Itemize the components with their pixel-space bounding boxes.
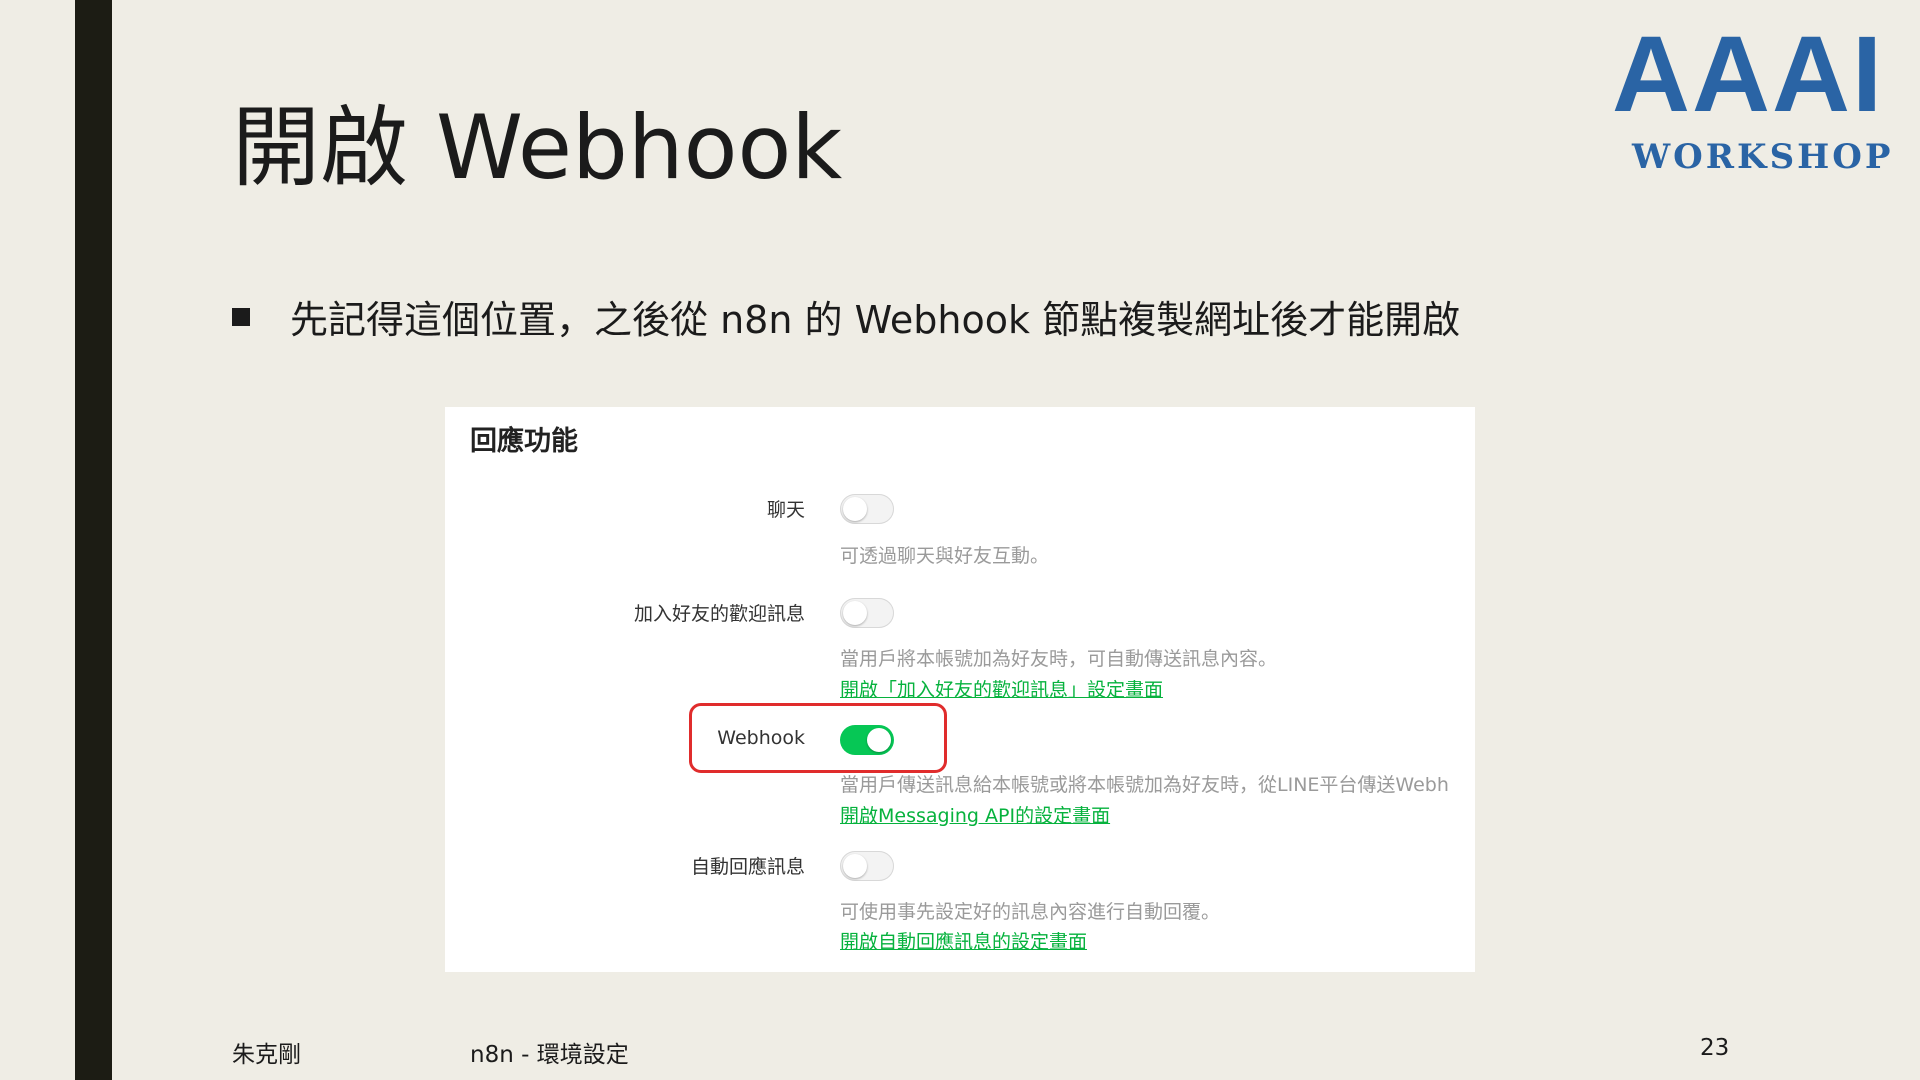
bullet-point: 先記得這個位置，之後從 n8n 的 Webhook 節點複製網址後才能開啟: [232, 298, 1460, 344]
logo-sub-text: WORKSHOP: [1632, 137, 1894, 177]
toggle-knob: [843, 497, 867, 521]
panel-title: 回應功能: [470, 426, 578, 457]
footer-page-number: 23: [1700, 1035, 1730, 1061]
auto-reply-toggle[interactable]: [840, 851, 894, 881]
welcome-message-label: 加入好友的歡迎訊息: [633, 603, 805, 625]
slide-title: 開啟 Webhook: [232, 96, 843, 199]
footer-author: 朱克剛: [232, 1042, 301, 1068]
footer-topic: n8n - 環境設定: [470, 1042, 629, 1068]
chat-description: 可透過聊天與好友互動。: [840, 545, 1050, 567]
auto-reply-label: 自動回應訊息: [690, 856, 805, 878]
toggle-knob: [843, 601, 867, 625]
webhook-description: 當用戶傳送訊息給本帳號或將本帳號加為好友時，從LINE平台傳送Webh: [840, 774, 1449, 796]
square-bullet-icon: [232, 308, 250, 326]
welcome-message-settings-link[interactable]: 開啟「加入好友的歡迎訊息」設定畫面: [840, 675, 1163, 702]
webhook-highlight-box: [689, 703, 947, 773]
messaging-api-settings-link[interactable]: 開啟Messaging API的設定畫面: [840, 801, 1110, 828]
auto-reply-description: 可使用事先設定好的訊息內容進行自動回覆。: [840, 901, 1221, 923]
auto-reply-settings-link[interactable]: 開啟自動回應訊息的設定畫面: [840, 927, 1087, 954]
welcome-message-description: 當用戶將本帳號加為好友時，可自動傳送訊息內容。: [840, 648, 1278, 670]
welcome-message-toggle[interactable]: [840, 598, 894, 628]
bullet-text: 先記得這個位置，之後從 n8n 的 Webhook 節點複製網址後才能開啟: [290, 298, 1461, 342]
left-accent-bar: [75, 0, 112, 1080]
logo-main-text: AAAI: [1612, 13, 1884, 134]
chat-toggle[interactable]: [840, 494, 894, 524]
chat-label: 聊天: [766, 499, 805, 521]
toggle-knob: [843, 854, 867, 878]
aaai-workshop-logo: AAAI WORKSHOP: [1612, 20, 1890, 180]
response-settings-panel: 回應功能 聊天 可透過聊天與好友互動。 加入好友的歡迎訊息 當用戶將本帳號加為好…: [445, 407, 1475, 972]
